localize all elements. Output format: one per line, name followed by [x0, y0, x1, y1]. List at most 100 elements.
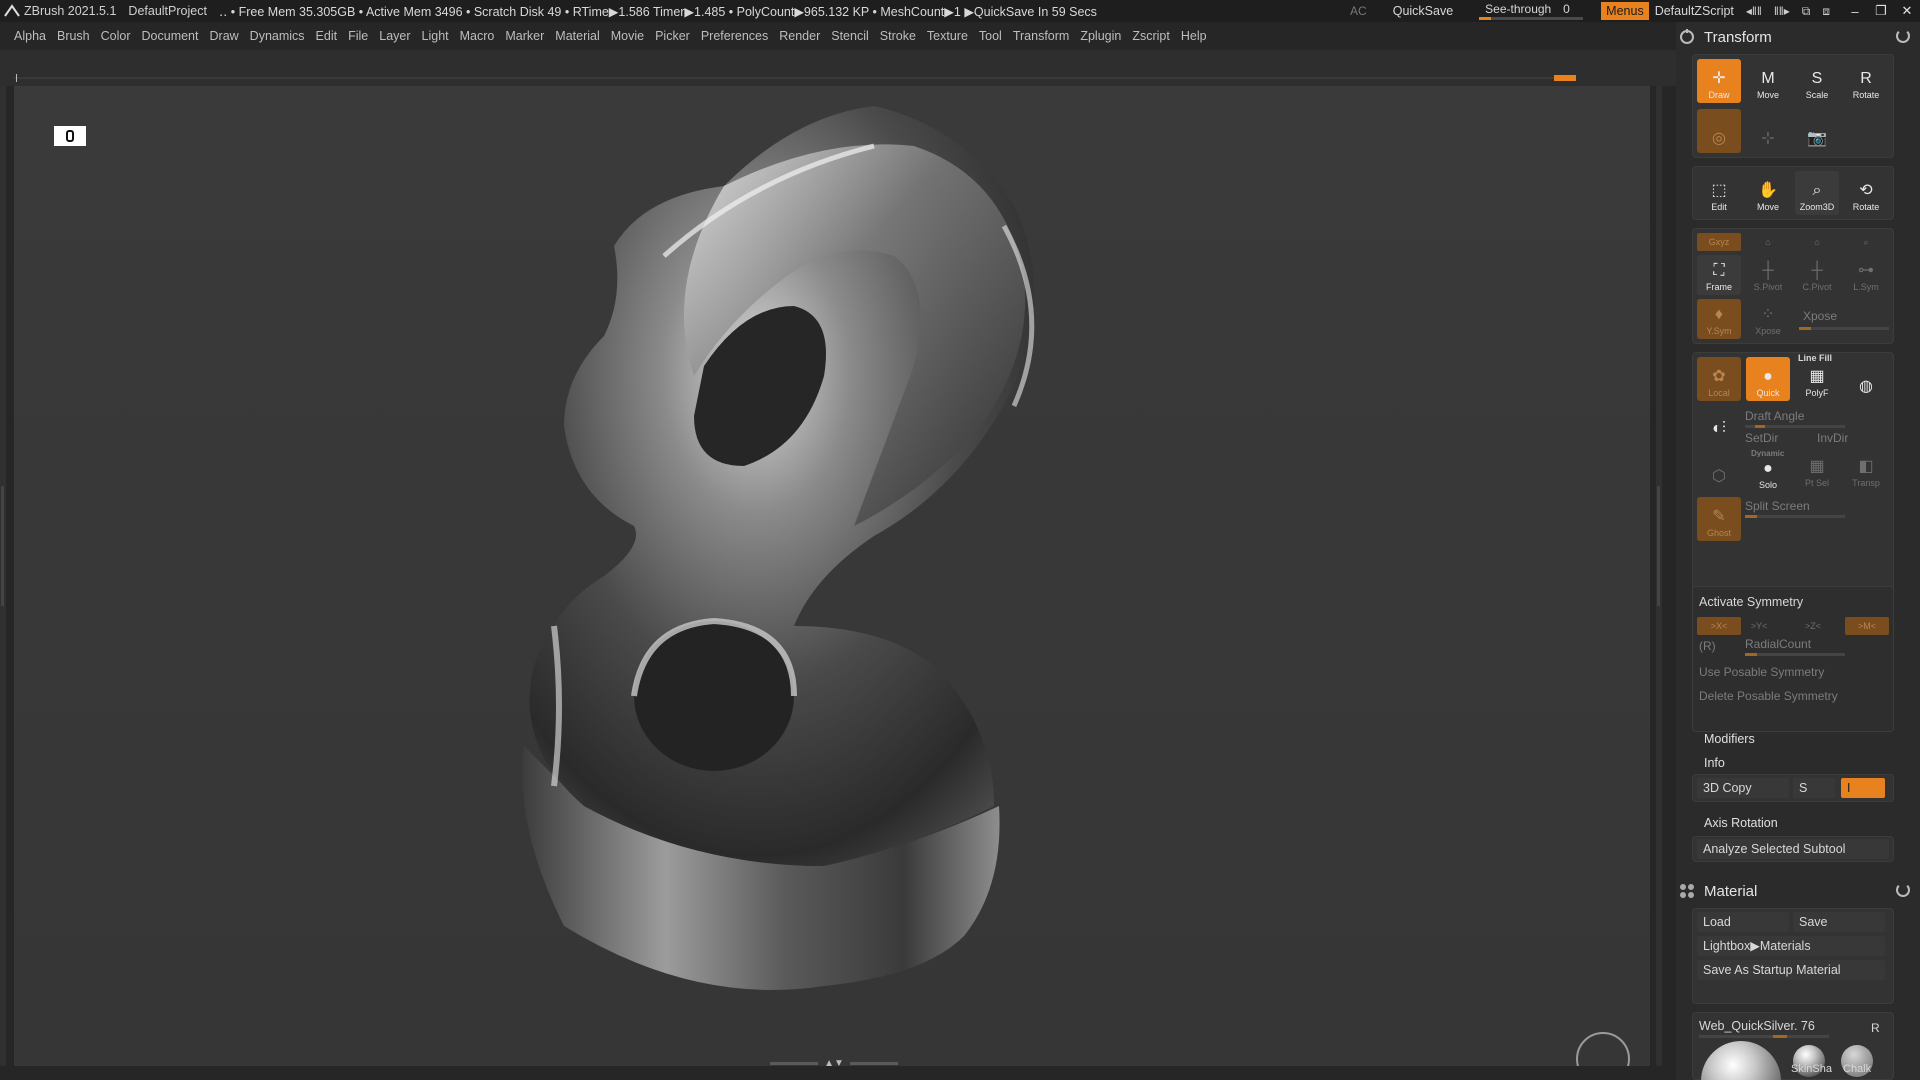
material-header[interactable]: Material	[1676, 878, 1920, 904]
edit-button[interactable]: ⬚ Edit	[1697, 171, 1741, 215]
analyze-subtool-button[interactable]: Analyze Selected Subtool	[1697, 839, 1889, 859]
timeline-track[interactable]	[14, 77, 1576, 79]
close-icon[interactable]: ✕	[1894, 3, 1920, 19]
draw-button[interactable]: ✛ Draw	[1697, 59, 1741, 103]
sym-y-button[interactable]: >Y<	[1737, 617, 1781, 635]
pin-z-icon[interactable]: ⌕	[1844, 233, 1888, 251]
menu-macro[interactable]: Macro	[460, 29, 495, 43]
material-reset-icon[interactable]	[1896, 883, 1910, 897]
default-zscript-button[interactable]: DefaultZScript	[1655, 4, 1734, 18]
menu-picker[interactable]: Picker	[655, 29, 690, 43]
local-button[interactable]: ✿ Local	[1697, 357, 1741, 401]
sym-z-button[interactable]: >Z<	[1791, 617, 1835, 635]
menu-stroke[interactable]: Stroke	[880, 29, 916, 43]
radial-count-slider[interactable]	[1745, 653, 1845, 656]
rotate-view-button[interactable]: ⟲ Rotate	[1844, 171, 1888, 215]
xyz-button[interactable]: Gxyz	[1697, 233, 1741, 251]
sym-x-button[interactable]: >X<	[1697, 617, 1741, 635]
ptsel-button[interactable]: ▦ Pt Sel	[1795, 451, 1839, 491]
transform-reset-icon[interactable]	[1896, 29, 1910, 43]
move-mode-button[interactable]: M Move	[1746, 59, 1790, 103]
box-button[interactable]: ⬡	[1697, 451, 1741, 491]
menu-document[interactable]: Document	[142, 29, 199, 43]
menu-zscript[interactable]: Zscript	[1132, 29, 1170, 43]
copy3d-i-button[interactable]: I	[1841, 778, 1885, 798]
delete-posable-symmetry-button[interactable]: Delete Posable Symmetry	[1699, 689, 1838, 703]
modifiers-section[interactable]: Modifiers	[1704, 732, 1755, 746]
layout-left-icon[interactable]: ◂‖‖	[1746, 4, 1762, 18]
menu-color[interactable]: Color	[101, 29, 131, 43]
transform-header[interactable]: Transform	[1676, 24, 1920, 50]
pin-x-icon[interactable]: ⌂	[1746, 233, 1790, 251]
sculpt-model[interactable]	[494, 106, 1174, 1026]
restore-icon[interactable]: ❐	[1868, 3, 1894, 19]
menu-edit[interactable]: Edit	[316, 29, 338, 43]
see-through-slider[interactable]: See-through 0	[1479, 1, 1589, 21]
menu-material[interactable]: Material	[555, 29, 599, 43]
spivot-button[interactable]: ┼ S.Pivot	[1746, 255, 1790, 295]
split-screen-slider[interactable]	[1745, 515, 1845, 518]
zoom3d-button[interactable]: ⌕ Zoom3D	[1795, 171, 1839, 215]
material-load-button[interactable]: Load	[1697, 912, 1789, 932]
gizmo-button[interactable]: ◎	[1697, 109, 1741, 153]
navigation-gyro-icon[interactable]	[1576, 1032, 1630, 1066]
sym-radial-toggle[interactable]: (R)	[1699, 639, 1716, 653]
left-tray-grip[interactable]	[0, 86, 6, 1066]
menu-layer[interactable]: Layer	[379, 29, 410, 43]
minimize-icon[interactable]: –	[1842, 4, 1868, 19]
timeline-marker[interactable]	[1554, 75, 1576, 81]
xpose-button[interactable]: ⁘ Xpose	[1746, 299, 1790, 339]
menu-preferences[interactable]: Preferences	[701, 29, 768, 43]
save-startup-material-button[interactable]: Save As Startup Material	[1697, 960, 1885, 980]
lightbox-materials-button[interactable]: Lightbox▶Materials	[1697, 936, 1885, 956]
menu-render[interactable]: Render	[779, 29, 820, 43]
menu-transform[interactable]: Transform	[1013, 29, 1070, 43]
menu-light[interactable]: Light	[422, 29, 449, 43]
pin-y-icon[interactable]: ⌂	[1795, 233, 1839, 251]
edit-pivot-button[interactable]: ⊹	[1746, 109, 1790, 153]
window-stack-icon[interactable]: ⧈	[1822, 4, 1830, 19]
rotate-mode-button[interactable]: R Rotate	[1844, 59, 1888, 103]
lsym-button[interactable]: ⊶ L.Sym	[1844, 255, 1888, 295]
menu-alpha[interactable]: Alpha	[14, 29, 46, 43]
polyf-button[interactable]: ▦ PolyF	[1795, 363, 1839, 401]
invdir-button[interactable]: InvDir	[1817, 431, 1848, 445]
menu-movie[interactable]: Movie	[611, 29, 644, 43]
layout-right-icon[interactable]: ‖‖▸	[1774, 4, 1790, 18]
quick-button[interactable]: ● Quick	[1746, 357, 1790, 401]
ysym-button[interactable]: ♦ Y.Sym	[1697, 299, 1741, 339]
menu-stencil[interactable]: Stencil	[831, 29, 869, 43]
ghost-button[interactable]: ✎ Ghost	[1697, 497, 1741, 541]
quicksave-button[interactable]: QuickSave	[1393, 4, 1453, 18]
sym-m-button[interactable]: >M<	[1845, 617, 1889, 635]
project-name[interactable]: DefaultProject	[128, 4, 207, 18]
frame-button[interactable]: ⛶ Frame	[1697, 255, 1741, 295]
setdir-button[interactable]: SetDir	[1745, 431, 1778, 445]
material-r-button[interactable]: R	[1871, 1021, 1880, 1035]
solo-button[interactable]: ● Solo	[1746, 457, 1790, 493]
material-slider[interactable]	[1699, 1035, 1829, 1038]
menu-dynamics[interactable]: Dynamics	[250, 29, 305, 43]
right-tray-grip[interactable]	[1656, 86, 1662, 1066]
use-posable-symmetry-button[interactable]: Use Posable Symmetry	[1699, 665, 1824, 679]
menu-brush[interactable]: Brush	[57, 29, 90, 43]
current-material-preview[interactable]	[1701, 1041, 1781, 1080]
contrast-button[interactable]: ◐⫶	[1697, 407, 1741, 443]
material-save-button[interactable]: Save	[1793, 912, 1885, 932]
info-section[interactable]: Info	[1704, 756, 1725, 770]
move-view-button[interactable]: ✋ Move	[1746, 171, 1790, 215]
menu-help[interactable]: Help	[1181, 29, 1207, 43]
xpose-slider[interactable]	[1799, 327, 1889, 330]
axis-rotation-section[interactable]: Axis Rotation	[1704, 816, 1778, 830]
canvas-viewport[interactable]: ▲▼	[14, 86, 1650, 1066]
activate-symmetry-button[interactable]: Activate Symmetry	[1699, 595, 1803, 609]
menu-tool[interactable]: Tool	[979, 29, 1002, 43]
bottom-tray-handle[interactable]: ▲▼	[770, 1058, 898, 1066]
ac-button[interactable]: AC	[1350, 4, 1367, 18]
scale-mode-button[interactable]: S Scale	[1795, 59, 1839, 103]
menus-toggle[interactable]: Menus	[1601, 2, 1649, 20]
cpivot-button[interactable]: ┼ C.Pivot	[1795, 255, 1839, 295]
transp-button[interactable]: ◧ Transp	[1844, 451, 1888, 491]
snapshot-button[interactable]: 📷	[1795, 109, 1839, 153]
menu-zplugin[interactable]: Zplugin	[1080, 29, 1121, 43]
